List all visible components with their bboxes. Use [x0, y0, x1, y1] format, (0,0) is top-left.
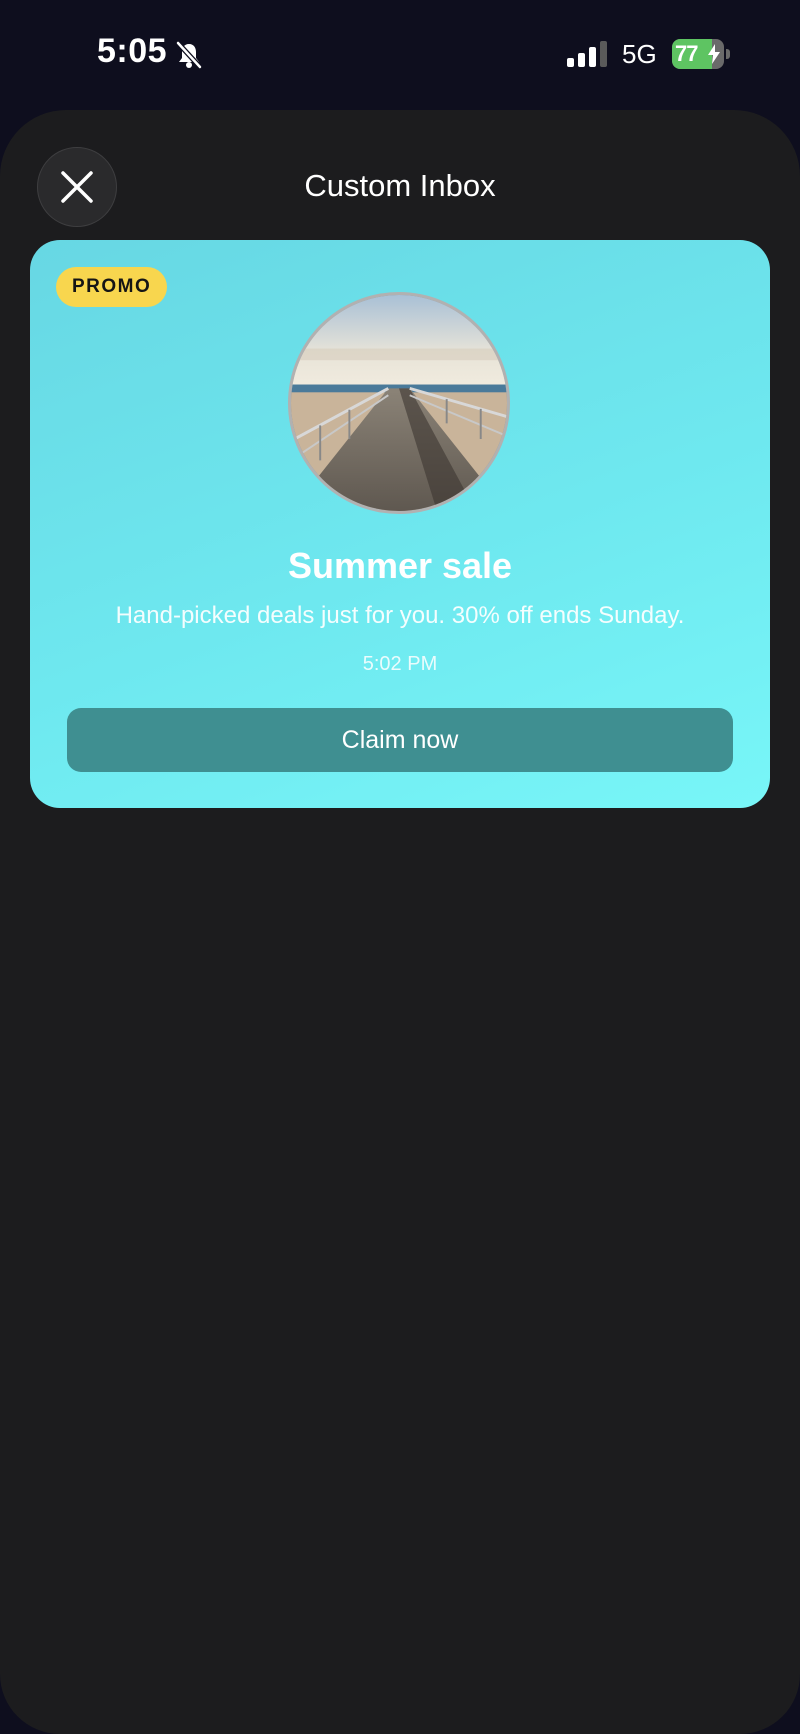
boardwalk-pier-photo: [288, 292, 510, 514]
network-label: 5G: [622, 39, 657, 69]
claim-now-button[interactable]: Claim now: [67, 708, 733, 772]
signal-icon: [566, 40, 608, 68]
sheet-title: Custom Inbox: [304, 168, 496, 203]
battery-percent: 77: [675, 41, 699, 66]
promo-badge: PROMO: [56, 267, 168, 307]
promo-card[interactable]: PROMO Summer sale Hand-picked deals just…: [30, 240, 770, 808]
bolt-icon: [708, 44, 720, 64]
promo-timestamp: 5:02 PM: [362, 653, 438, 675]
battery-body: 77: [672, 39, 724, 69]
promo-title: Summer sale: [287, 545, 513, 586]
promo-body: Hand-picked deals just for you. 30% off …: [115, 602, 685, 629]
battery-charging-icon: 77: [672, 39, 730, 69]
status-time: 5:05: [97, 32, 168, 70]
battery-nub: [726, 49, 730, 59]
status-bar: 5:05 5G 77: [0, 0, 800, 110]
inbox-sheet: Custom Inbox PROMO Summer sale Hand-pick…: [0, 110, 800, 1734]
bell-slash-icon: [174, 40, 204, 70]
